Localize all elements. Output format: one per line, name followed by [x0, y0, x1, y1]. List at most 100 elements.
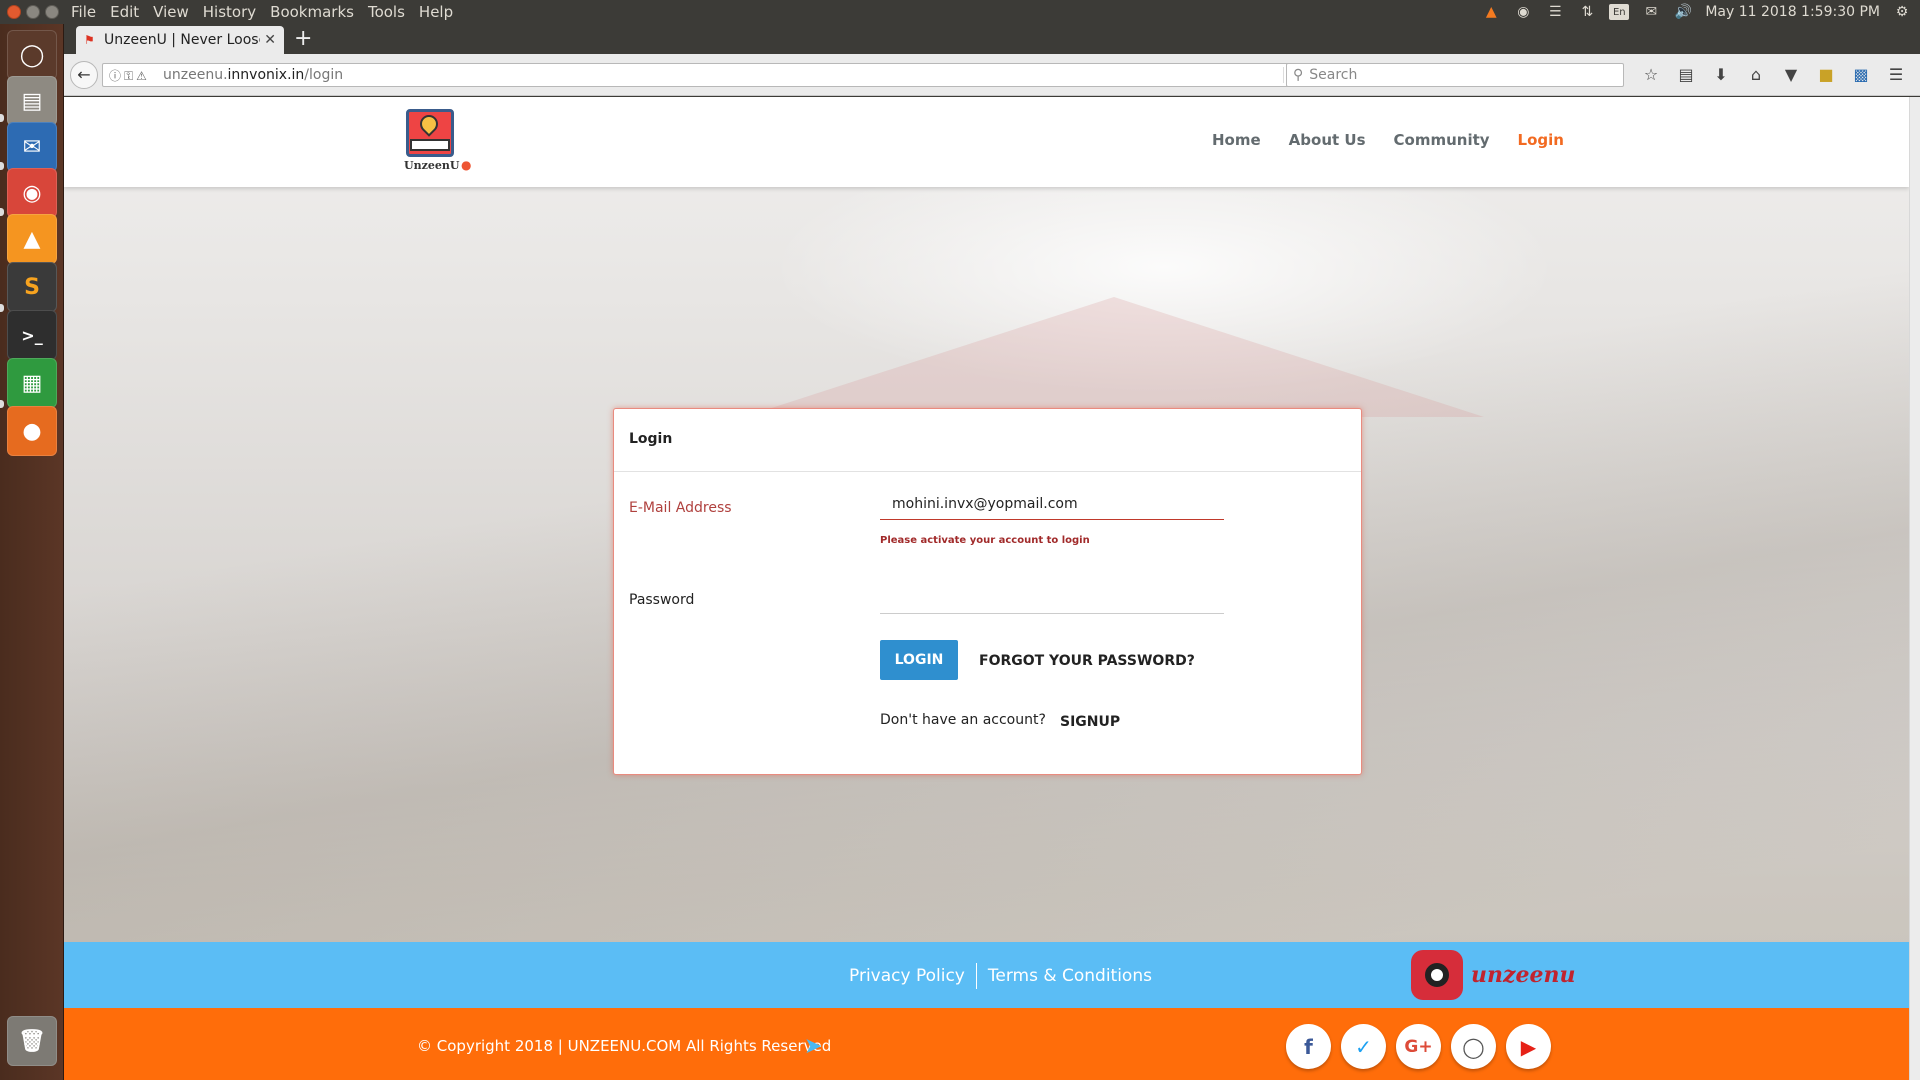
footer-brand-word: unzeenu [1471, 962, 1576, 988]
menu-help[interactable]: Help [412, 0, 460, 24]
browser-toolbar-icons: ☆ ▤ ⬇ ⌂ ▼ ■ ▩ ☰ [1640, 63, 1907, 85]
menu-file[interactable]: File [64, 0, 103, 24]
privacy-policy-link[interactable]: Privacy Policy [849, 966, 965, 986]
email-label: E-Mail Address [629, 500, 732, 516]
site-identity-icons[interactable]: ⓘ⚿⚠ [103, 67, 163, 84]
site-nav: Home About Us Community Login [1212, 131, 1564, 149]
password-label: Password [629, 592, 695, 608]
footer-divider [975, 963, 977, 989]
social-links: f ✓ G+ ◯ ▶ [1286, 1024, 1551, 1069]
running-indicator [0, 208, 4, 216]
site-favicon-icon: ⚑ [84, 33, 95, 47]
terms-link[interactable]: Terms & Conditions [988, 966, 1152, 986]
menu-history[interactable]: History [196, 0, 263, 24]
background-decoration [744, 297, 1484, 417]
footer-copyright-bar: © Copyright 2018 | UNZEENU.COM All Right… [64, 1008, 1909, 1080]
search-placeholder: Search [1309, 67, 1358, 83]
running-indicator [0, 304, 4, 312]
maximize-window-button[interactable] [45, 5, 59, 19]
page-scrollbar[interactable] [1909, 97, 1920, 1080]
keyboard-layout-indicator[interactable]: En [1609, 4, 1630, 20]
instagram-icon[interactable]: ◯ [1451, 1024, 1496, 1069]
facebook-icon[interactable]: f [1286, 1024, 1331, 1069]
trash-icon[interactable]: 🗑 [7, 1016, 57, 1066]
email-field[interactable] [880, 488, 1224, 520]
hamburger-menu-icon[interactable]: ☰ [1885, 63, 1907, 85]
new-tab-button[interactable]: + [294, 24, 312, 54]
site-logo[interactable]: UnzeenU ● [404, 109, 471, 173]
window-controls [0, 5, 64, 19]
developer-logo-icon[interactable]: ➤ [804, 1034, 822, 1059]
footer-brand[interactable]: unzeenu [1411, 950, 1575, 1000]
youtube-icon[interactable]: ▶ [1506, 1024, 1551, 1069]
running-indicator [0, 114, 4, 122]
firefox-icon[interactable]: ● [7, 406, 57, 456]
sublime-text-icon[interactable]: S [7, 262, 57, 312]
chrome-icon[interactable]: ◉ [7, 168, 57, 218]
settings-gear-icon[interactable]: ⚙ [1892, 3, 1912, 21]
clock[interactable]: May 11 2018 1:59:30 PM [1705, 4, 1880, 20]
search-bar[interactable]: ⚲ Search [1286, 63, 1624, 87]
menu-bookmarks[interactable]: Bookmarks [263, 0, 361, 24]
extension-icon[interactable]: ■ [1815, 63, 1837, 85]
close-window-button[interactable] [7, 5, 21, 19]
news-extension-icon[interactable]: ▩ [1850, 63, 1872, 85]
ubuntu-dash-icon[interactable]: ◯ [7, 30, 57, 80]
copyright-text: © Copyright 2018 | UNZEENU.COM All Right… [417, 1037, 832, 1055]
signup-link[interactable]: SIGNUP [1060, 714, 1120, 730]
google-plus-icon[interactable]: G+ [1396, 1024, 1441, 1069]
system-top-panel: File Edit View History Bookmarks Tools H… [0, 0, 1920, 24]
forgot-password-link[interactable]: FORGOT YOUR PASSWORD? [979, 653, 1195, 669]
volume-icon[interactable]: 🔊 [1673, 3, 1693, 21]
browser-tab-strip: ⚑ UnzeenU | Never Loose ✕ + [64, 24, 1920, 54]
footer-links-bar: Privacy Policy Terms & Conditions unzeen… [64, 942, 1909, 1008]
small-pin-icon: ● [461, 158, 472, 172]
flame-app-icon[interactable]: ▲ [1481, 3, 1501, 21]
chrome-tray-icon[interactable]: ◉ [1513, 3, 1533, 21]
tab-title: UnzeenU | Never Loose [104, 32, 261, 48]
minimize-window-button[interactable] [26, 5, 40, 19]
running-indicator [0, 400, 4, 408]
app-menubar: File Edit View History Bookmarks Tools H… [64, 0, 460, 24]
nav-home[interactable]: Home [1212, 131, 1261, 149]
logo-text: UnzeenU [404, 159, 460, 172]
menu-view[interactable]: View [146, 0, 196, 24]
nav-login[interactable]: Login [1518, 131, 1564, 149]
system-tray: ▲ ◉ ☰ ⇅ En ✉ 🔊 May 11 2018 1:59:30 PM ⚙ [1481, 0, 1912, 24]
close-tab-icon[interactable]: ✕ [264, 32, 276, 48]
footer-links: Privacy Policy Terms & Conditions [849, 963, 1152, 989]
url-bar[interactable]: ⓘ⚿⚠ unzeenu.innvonix.in/login ↻ [102, 63, 1312, 87]
network-icon[interactable]: ⇅ [1577, 3, 1597, 21]
reading-list-icon[interactable]: ▤ [1675, 63, 1697, 85]
spreadsheet-icon[interactable]: ▦ [7, 358, 57, 408]
nav-about-us[interactable]: About Us [1289, 131, 1366, 149]
email-error-message: Please activate your account to login [880, 535, 1090, 546]
login-card-title: Login [614, 409, 1361, 472]
downloads-icon[interactable]: ⬇ [1710, 63, 1732, 85]
site-header: UnzeenU ● Home About Us Community Login [64, 97, 1909, 187]
files-app-icon[interactable]: ▤ [7, 76, 57, 126]
list-tray-icon[interactable]: ☰ [1545, 3, 1565, 21]
home-icon[interactable]: ⌂ [1745, 63, 1767, 85]
login-card: Login E-Mail Address Please activate you… [613, 408, 1362, 775]
running-indicator [0, 162, 4, 170]
browser-navbar: ← ⓘ⚿⚠ unzeenu.innvonix.in/login ↻ ⚲ Sear… [64, 54, 1920, 96]
web-page: UnzeenU ● Home About Us Community Login … [64, 97, 1909, 1080]
twitter-icon[interactable]: ✓ [1341, 1024, 1386, 1069]
menu-edit[interactable]: Edit [103, 0, 146, 24]
menu-tools[interactable]: Tools [361, 0, 412, 24]
terminal-icon[interactable]: >_ [7, 310, 57, 360]
password-field[interactable] [880, 582, 1224, 614]
back-button[interactable]: ← [70, 60, 98, 89]
login-button[interactable]: LOGIN [880, 640, 958, 680]
thunderbird-icon[interactable]: ✉ [7, 122, 57, 172]
mail-icon[interactable]: ✉ [1641, 3, 1661, 21]
search-icon: ⚲ [1293, 67, 1304, 83]
url-text[interactable]: unzeenu.innvonix.in/login [163, 67, 1283, 83]
bookmark-star-icon[interactable]: ☆ [1640, 63, 1662, 85]
camera-logo-icon [1411, 950, 1463, 1000]
browser-tab[interactable]: ⚑ UnzeenU | Never Loose ✕ [76, 26, 284, 54]
pocket-icon[interactable]: ▼ [1780, 63, 1802, 85]
nav-community[interactable]: Community [1394, 131, 1490, 149]
flame-app-launcher-icon[interactable]: ▲ [7, 214, 57, 264]
